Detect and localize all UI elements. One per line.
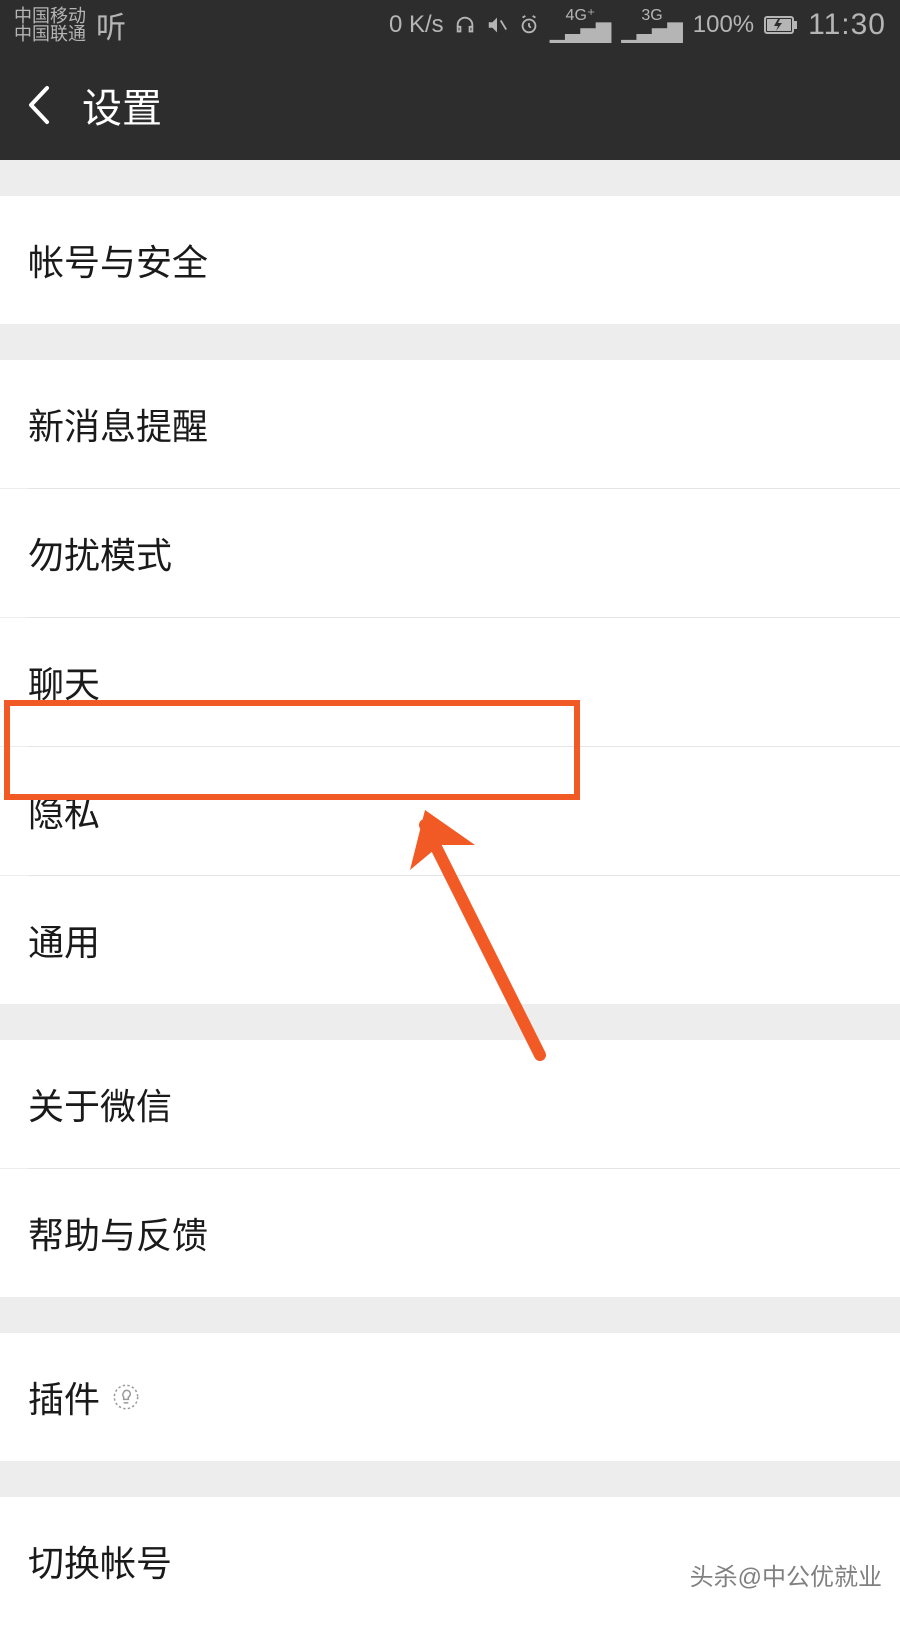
settings-list: 帐号与安全 新消息提醒 勿扰模式 聊天 隐私 通用 关于微信 帮助与反馈 插件 … [0,160,900,1625]
settings-item-privacy[interactable]: 隐私 [0,747,900,875]
headset-icon [454,14,476,36]
carrier-2: 中国联通 [14,25,86,43]
section-gap [0,1297,900,1333]
section-gap [0,160,900,196]
watermark-text: 头杀@中公优就业 [690,1557,882,1592]
settings-item-dnd[interactable]: 勿扰模式 [0,489,900,617]
mute-icon [486,14,508,36]
section-gap [0,324,900,360]
alarm-icon [518,14,540,36]
carrier-labels: 中国移动 中国联通 [14,7,86,43]
settings-item-new-message[interactable]: 新消息提醒 [0,360,900,488]
settings-item-help-feedback[interactable]: 帮助与反馈 [0,1169,900,1297]
signal-1: 4G⁺ ▁▃▅▇ [550,9,612,41]
carrier-1: 中国移动 [14,7,86,25]
settings-item-label: 通用 [28,914,872,966]
page-title: 设置 [82,76,162,134]
settings-item-label: 隐私 [28,785,872,837]
settings-item-label: 帮助与反馈 [28,1207,872,1259]
settings-item-label: 插件 [28,1371,100,1423]
settings-item-account-security[interactable]: 帐号与安全 [0,196,900,324]
clock-time: 11:30 [808,8,886,42]
battery-percent: 100% [693,11,754,39]
settings-item-label: 关于微信 [28,1078,872,1130]
settings-item-about[interactable]: 关于微信 [0,1040,900,1168]
status-bar: 中国移动 中国联通 听 0 K/s 4G⁺ ▁▃▅▇ 3G ▁▃▅▇ 100% … [0,0,900,50]
settings-item-chat[interactable]: 聊天 [0,618,900,746]
status-right: 0 K/s 4G⁺ ▁▃▅▇ 3G ▁▃▅▇ 100% 11:30 [389,8,886,42]
signal-2: 3G ▁▃▅▇ [621,9,683,41]
settings-item-label: 聊天 [28,656,872,708]
settings-item-label: 帐号与安全 [28,234,872,286]
status-left: 中国移动 中国联通 听 [14,3,126,47]
settings-item-label: 新消息提醒 [28,398,872,450]
ximalaya-icon: 听 [96,3,126,47]
network-speed: 0 K/s [389,11,444,39]
settings-item-label: 勿扰模式 [28,527,872,579]
section-gap [0,1461,900,1497]
back-button[interactable] [18,85,58,125]
battery-icon [764,16,798,34]
nav-bar: 设置 [0,50,900,160]
section-gap [0,1004,900,1040]
settings-item-general[interactable]: 通用 [0,876,900,1004]
lightbulb-icon [112,1383,140,1411]
settings-item-plugins[interactable]: 插件 [0,1333,900,1461]
